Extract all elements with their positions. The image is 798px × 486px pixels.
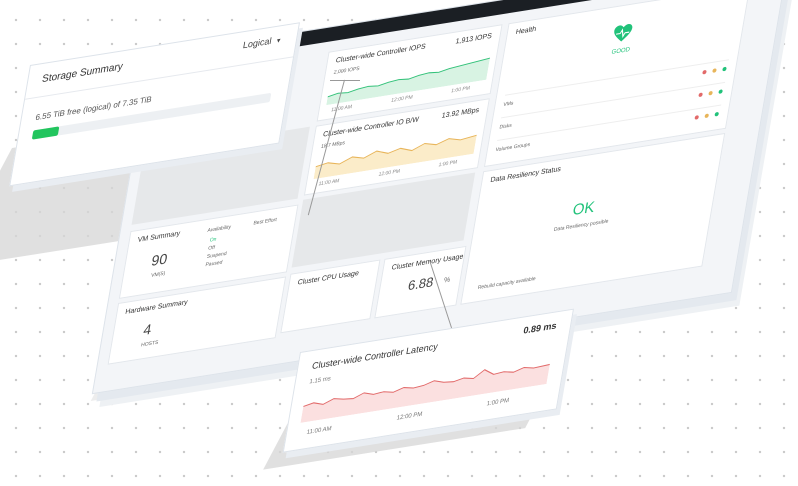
storage-usage-fill <box>31 126 60 140</box>
storage-mode-label: Logical <box>242 35 273 51</box>
resiliency-title: Data Resiliency Status <box>489 165 562 185</box>
vm-state-off: Off <box>207 244 216 252</box>
vm-state-on: On <box>209 236 217 244</box>
storage-summary-title: Storage Summary <box>41 61 124 86</box>
bandwidth-time-2: 12:00 PM <box>377 168 401 178</box>
storage-mode-dropdown[interactable]: Logical ▾ <box>242 34 281 51</box>
hardware-hosts-count: 4 <box>142 320 153 339</box>
bandwidth-value: 13.92 MBps <box>441 106 480 120</box>
iops-time-1: 11:00 AM <box>330 103 353 114</box>
memory-title: Cluster Memory Usage <box>391 253 464 272</box>
latency-time-1: 11:00 AM <box>306 425 332 437</box>
latency-time-2: 12:00 PM <box>396 411 423 422</box>
cpu-usage-widget[interactable]: Cluster CPU Usage <box>280 259 381 334</box>
connector-line-storage <box>330 80 360 81</box>
iops-value: 1,913 IOPS <box>454 32 493 46</box>
heart-icon <box>614 23 633 42</box>
vm-availability-label: Availability <box>206 224 232 234</box>
vm-count: 90 <box>150 250 169 269</box>
latency-value: 0.89 ms <box>522 320 558 336</box>
chevron-down-icon: ▾ <box>276 37 281 46</box>
resiliency-caption: Data Resiliency possible <box>553 218 609 234</box>
memory-value: 6.88 <box>406 273 435 294</box>
bandwidth-time-3: 1:00 PM <box>437 159 458 169</box>
latency-time-3: 1:00 PM <box>486 397 510 408</box>
resiliency-footer: Rebuild capacity available <box>477 275 537 292</box>
vm-state-suspend: Suspend <box>206 250 228 261</box>
health-status: GOOD <box>610 46 631 56</box>
health-title: Health <box>515 25 537 37</box>
vm-state-paused: Paused <box>204 259 223 269</box>
hardware-title: Hardware Summary <box>124 298 189 317</box>
vm-best-effort-label: Best Effort <box>252 216 278 227</box>
vm-summary-title: VM Summary <box>137 230 181 245</box>
iops-time-3: 1:00 PM <box>450 85 471 95</box>
hardware-hosts-label: HOSTS <box>140 339 159 349</box>
resiliency-status: OK <box>571 198 596 220</box>
cpu-title: Cluster CPU Usage <box>297 269 360 287</box>
vm-count-label: VM(S) <box>150 270 166 279</box>
bandwidth-time-1: 11:00 AM <box>317 177 340 188</box>
memory-usage-widget[interactable]: Cluster Memory Usage 6.88 % <box>374 245 467 319</box>
memory-unit: % <box>443 276 451 285</box>
iops-time-2: 12:00 PM <box>390 94 414 104</box>
